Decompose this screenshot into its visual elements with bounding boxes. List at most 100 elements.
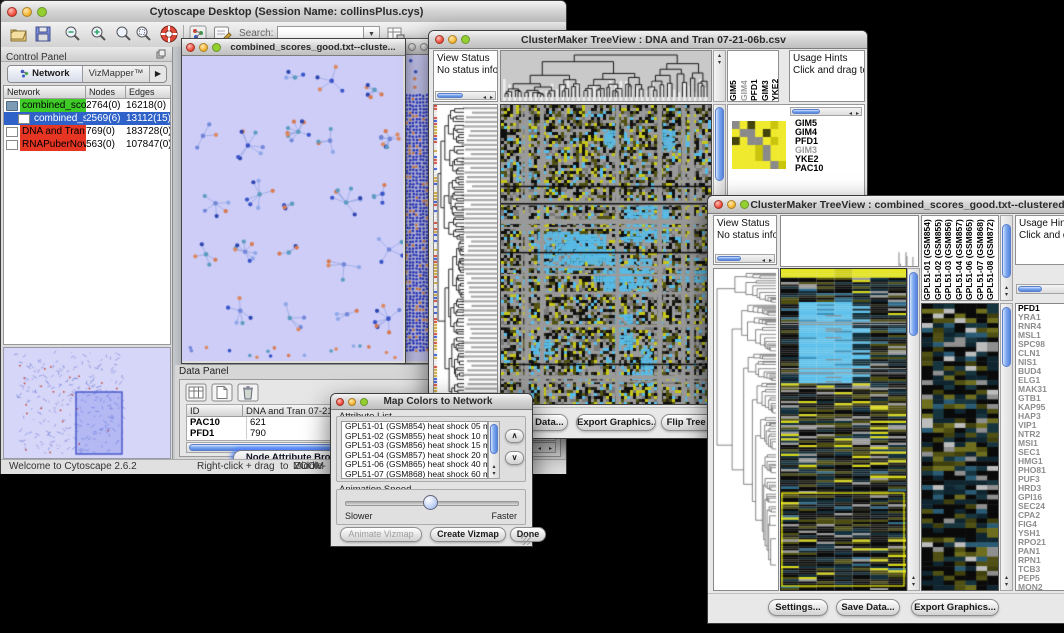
tv1-column-dendrogram-canvas[interactable] (501, 51, 711, 101)
scroll-thumb[interactable] (717, 256, 741, 261)
tv2-column-tree-area[interactable] (780, 215, 919, 267)
column-label[interactable]: PFD1 (749, 51, 760, 101)
scroll-up-arrow[interactable]: ▴ (1001, 575, 1012, 581)
minimize-button[interactable] (420, 43, 428, 51)
scroll-up-arrow[interactable]: ▴ (1001, 285, 1012, 291)
col-header-nodes[interactable]: Nodes (86, 86, 126, 99)
tv1-row-dendrogram-canvas[interactable] (434, 105, 497, 404)
scroll-up-arrow[interactable]: ▴ (908, 575, 919, 581)
main-titlebar[interactable]: Cytoscape Desktop (Session Name: collins… (1, 1, 566, 23)
zoom-button[interactable] (212, 43, 221, 52)
zoom-fit-icon[interactable] (134, 25, 152, 43)
column-label[interactable]: GPL51-02 (GSM855) (933, 216, 944, 300)
save-session-icon[interactable] (34, 25, 52, 43)
tv2-column-tree-canvas[interactable] (781, 216, 918, 266)
scroll-down-arrow[interactable]: ▾ (714, 60, 725, 66)
zoom-in-icon[interactable] (89, 25, 107, 43)
network-row[interactable]: DNA and Tran 07769(0)183728(0) (4, 125, 170, 138)
tv2-heatmap-vscrollbar[interactable]: ▴ ▾ (907, 268, 920, 591)
attr-col-id[interactable]: ID (187, 405, 243, 417)
delete-attribute-icon[interactable] (237, 383, 259, 402)
resize-grip[interactable] (521, 535, 531, 545)
zoom-button[interactable] (360, 398, 368, 406)
scroll-thumb[interactable] (490, 424, 498, 454)
gene-label[interactable]: PAC10 (795, 164, 823, 173)
network-overview-canvas[interactable] (4, 348, 170, 458)
tv2-zoom-heatmap[interactable] (921, 303, 999, 591)
new-attribute-icon[interactable] (211, 383, 233, 402)
close-button[interactable] (336, 398, 344, 406)
attribute-list[interactable]: GPL51-01 (GSM854) heat shock 05 minGPL51… (341, 421, 488, 479)
attribute-list-item[interactable]: GPL51-07 (GSM868) heat shock 60 min (342, 470, 487, 479)
scroll-down-arrow[interactable]: ▾ (908, 582, 919, 588)
tv2-column-labels[interactable]: GPL51-01 (GSM854)GPL51-02 (GSM855)GPL51-… (921, 215, 999, 301)
tv1-heatmap-canvas[interactable] (501, 105, 711, 404)
close-button[interactable] (435, 35, 444, 44)
tab-vizmapper[interactable]: VizMapper™ (83, 66, 150, 82)
scroll-thumb[interactable] (437, 93, 463, 98)
move-up-button[interactable]: ∧ (505, 429, 524, 443)
move-down-button[interactable]: ∨ (505, 451, 524, 465)
tv1-heatmap[interactable] (500, 104, 712, 405)
zoom-button[interactable] (37, 7, 47, 17)
help-lifebuoy-icon[interactable] (159, 24, 179, 44)
tv1-status-hscrollbar[interactable]: ◂ ▸ (435, 91, 496, 100)
scroll-left-arrow[interactable]: ◂ (538, 445, 541, 452)
tv1-mini-heatmap-canvas[interactable] (732, 121, 786, 169)
speed-slider-thumb[interactable] (423, 495, 438, 510)
tv2-heatmap[interactable] (780, 268, 907, 591)
select-attributes-icon[interactable] (185, 383, 207, 402)
network-view-1-canvas[interactable] (182, 56, 403, 361)
float-panel-icon[interactable] (156, 49, 166, 59)
minimize-button[interactable] (448, 35, 457, 44)
column-label[interactable]: YKE2 (770, 51, 779, 101)
scroll-down-arrow[interactable]: ▾ (489, 471, 499, 477)
tv2-row-dendrogram-canvas[interactable] (714, 269, 778, 590)
scroll-thumb[interactable] (715, 107, 724, 181)
scroll-down-arrow[interactable]: ▾ (1001, 582, 1012, 588)
attribute-list-vscrollbar[interactable]: ▴ ▾ (488, 421, 500, 479)
column-label[interactable]: GIM5 (728, 51, 739, 101)
dialog-titlebar[interactable]: Map Colors to Network (331, 394, 532, 410)
tv2-save-data-button[interactable]: Save Data... (836, 599, 900, 616)
tv1-label-scroll-strip[interactable]: ▴ ▾ (713, 50, 726, 102)
scroll-left-arrow[interactable]: ◂ (849, 110, 852, 117)
scroll-thumb[interactable] (1002, 307, 1011, 367)
scroll-up-arrow[interactable]: ▴ (714, 53, 725, 59)
column-label[interactable]: GPL51-06 (GSM865) (964, 216, 975, 300)
scroll-right-arrow[interactable]: ▸ (490, 94, 493, 101)
zoom-button[interactable] (740, 200, 749, 209)
minimize-button[interactable] (348, 398, 356, 406)
tv1-row-dendrogram[interactable] (433, 104, 498, 405)
column-label[interactable]: GIM3 (760, 51, 771, 101)
treeview1-titlebar[interactable]: ClusterMaker TreeView : DNA and Tran 07-… (429, 31, 867, 49)
tv2-zoom-heatmap-canvas[interactable] (922, 304, 998, 590)
tv1-export-graphics-button[interactable]: Export Graphics... (576, 414, 656, 431)
network-row[interactable]: combined_sco2569(6)13112(15) (4, 112, 170, 125)
tv2-gene-list[interactable]: PFD1YRA1RNR4MSL1SPC98CLN1NIS1BUD4ELG1MAK… (1015, 303, 1064, 591)
scroll-left-arrow[interactable]: ◂ (483, 94, 486, 101)
scroll-thumb[interactable] (792, 109, 820, 114)
column-label[interactable]: GPL51-08 (GSM872) (985, 216, 996, 300)
col-header-network[interactable]: Network (4, 86, 86, 99)
scroll-right-arrow[interactable]: ▸ (856, 110, 859, 117)
close-button[interactable] (7, 7, 17, 17)
scroll-left-arrow[interactable]: ◂ (762, 257, 765, 264)
minimize-button[interactable] (199, 43, 208, 52)
scroll-right-arrow[interactable]: ▸ (769, 257, 772, 264)
tv2-status-hscrollbar[interactable]: ◂ ▸ (715, 254, 775, 263)
column-label[interactable]: GPL51-04 (GSM857) (954, 216, 965, 300)
tv2-export-graphics-button[interactable]: Export Graphics... (911, 599, 999, 616)
column-label[interactable]: GPL51-03 (GSM856) (943, 216, 954, 300)
tv2-row-dendrogram[interactable] (713, 268, 779, 591)
open-session-icon[interactable] (9, 25, 28, 43)
tv2-labels-vscrollbar[interactable]: ▴ ▾ (1000, 215, 1013, 301)
close-button[interactable] (408, 43, 416, 51)
tab-network[interactable]: Network (8, 66, 83, 82)
create-vizmap-button[interactable]: Create Vizmap (430, 527, 506, 542)
animate-vizmap-button[interactable]: Animate Vizmap (340, 527, 422, 542)
gene-label[interactable]: MON2 (1016, 583, 1064, 591)
tv1-column-dendrogram[interactable] (500, 50, 712, 102)
scroll-thumb[interactable] (909, 272, 918, 336)
tv1-column-labels[interactable]: GIM5GIM4PFD1GIM3YKE2PAC10 (727, 50, 779, 102)
